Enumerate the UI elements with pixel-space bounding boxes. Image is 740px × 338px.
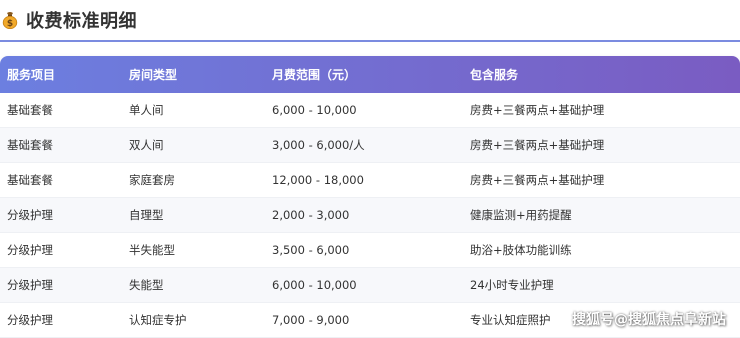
- section-header: $ 收费标准明细: [0, 0, 740, 40]
- cell-included: 房费+三餐两点+基础护理: [470, 103, 605, 117]
- cell-included: 健康监测+用药提醒: [470, 208, 572, 222]
- watermark: 搜狐号@搜狐焦点阜新站: [572, 312, 726, 328]
- table-row: 分级护理 半失能型 3,500 - 6,000 助浴+肢体功能训练: [0, 233, 740, 268]
- cell-room-type: 认知症专护: [129, 313, 187, 327]
- cell-included: 24小时专业护理: [470, 278, 554, 292]
- cell-included: 助浴+肢体功能训练: [470, 243, 572, 257]
- cell-service: 基础套餐: [7, 173, 53, 187]
- cell-room-type: 家庭套房: [129, 173, 175, 187]
- cell-monthly-fee: 3,000 - 6,000/人: [272, 138, 365, 152]
- svg-text:$: $: [7, 19, 13, 29]
- column-header-service: 服务项目: [7, 68, 56, 82]
- column-header-monthly-fee: 月费范围（元）: [272, 68, 357, 82]
- cell-monthly-fee: 6,000 - 10,000: [272, 278, 357, 292]
- cell-included: 房费+三餐两点+基础护理: [470, 138, 605, 152]
- cell-monthly-fee: 3,500 - 6,000: [272, 243, 350, 257]
- column-header-room-type: 房间类型: [129, 68, 178, 82]
- cell-room-type: 自理型: [129, 208, 164, 222]
- table-row: 分级护理 自理型 2,000 - 3,000 健康监测+用药提醒: [0, 198, 740, 233]
- cell-room-type: 单人间: [129, 103, 164, 117]
- title-divider: [0, 40, 740, 42]
- table-header: 服务项目 房间类型 月费范围（元） 包含服务: [0, 56, 740, 93]
- cell-included: 房费+三餐两点+基础护理: [470, 173, 605, 187]
- cell-service: 分级护理: [7, 278, 53, 292]
- money-bag-icon: $: [2, 12, 18, 29]
- cell-monthly-fee: 12,000 - 18,000: [272, 173, 364, 187]
- cell-room-type: 失能型: [129, 278, 164, 292]
- page-title: 收费标准明细: [26, 11, 137, 32]
- cell-service: 基础套餐: [7, 103, 53, 117]
- cell-monthly-fee: 7,000 - 9,000: [272, 313, 350, 327]
- cell-room-type: 半失能型: [129, 243, 175, 257]
- column-header-included: 包含服务: [470, 68, 519, 82]
- cell-room-type: 双人间: [129, 138, 164, 152]
- table-row: 分级护理 失能型 6,000 - 10,000 24小时专业护理: [0, 268, 740, 303]
- table-row: 基础套餐 单人间 6,000 - 10,000 房费+三餐两点+基础护理: [0, 93, 740, 128]
- cell-service: 分级护理: [7, 313, 53, 327]
- table-row: 基础套餐 家庭套房 12,000 - 18,000 房费+三餐两点+基础护理: [0, 163, 740, 198]
- cell-service: 分级护理: [7, 208, 53, 222]
- cell-monthly-fee: 2,000 - 3,000: [272, 208, 350, 222]
- cell-service: 基础套餐: [7, 138, 53, 152]
- fee-table: 服务项目 房间类型 月费范围（元） 包含服务 基础套餐 单人间 6,000 - …: [0, 56, 740, 338]
- table-row: 基础套餐 双人间 3,000 - 6,000/人 房费+三餐两点+基础护理: [0, 128, 740, 163]
- cell-monthly-fee: 6,000 - 10,000: [272, 103, 357, 117]
- cell-service: 分级护理: [7, 243, 53, 257]
